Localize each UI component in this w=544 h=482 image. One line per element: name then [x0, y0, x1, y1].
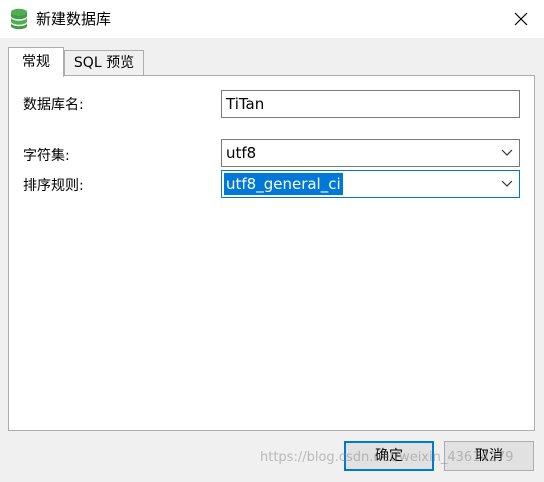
tab-general[interactable]: 常规: [8, 47, 64, 77]
cancel-button[interactable]: 取消: [444, 441, 534, 471]
close-icon: [514, 12, 528, 26]
collation-select[interactable]: utf8_general_ci: [221, 170, 520, 198]
database-icon: [11, 8, 27, 30]
collation-label: 排序规则:: [23, 178, 84, 194]
ok-button[interactable]: 确定: [344, 441, 434, 471]
chevron-down-icon: [501, 180, 513, 187]
tab-sql-preview[interactable]: SQL 预览: [64, 50, 144, 75]
charset-select[interactable]: utf8: [221, 139, 520, 167]
title-bar: 新建数据库: [0, 0, 544, 38]
close-button[interactable]: [498, 0, 544, 38]
general-panel: 数据库名: TiTan 字符集: utf8 排序规则: utf8_general…: [8, 75, 535, 431]
charset-value: utf8: [226, 144, 257, 162]
db-name-label: 数据库名:: [23, 97, 84, 113]
chevron-down-icon: [501, 149, 513, 156]
collation-value: utf8_general_ci: [224, 173, 343, 195]
charset-label: 字符集:: [23, 148, 70, 164]
db-name-input[interactable]: TiTan: [221, 90, 520, 118]
window-title: 新建数据库: [36, 10, 112, 28]
